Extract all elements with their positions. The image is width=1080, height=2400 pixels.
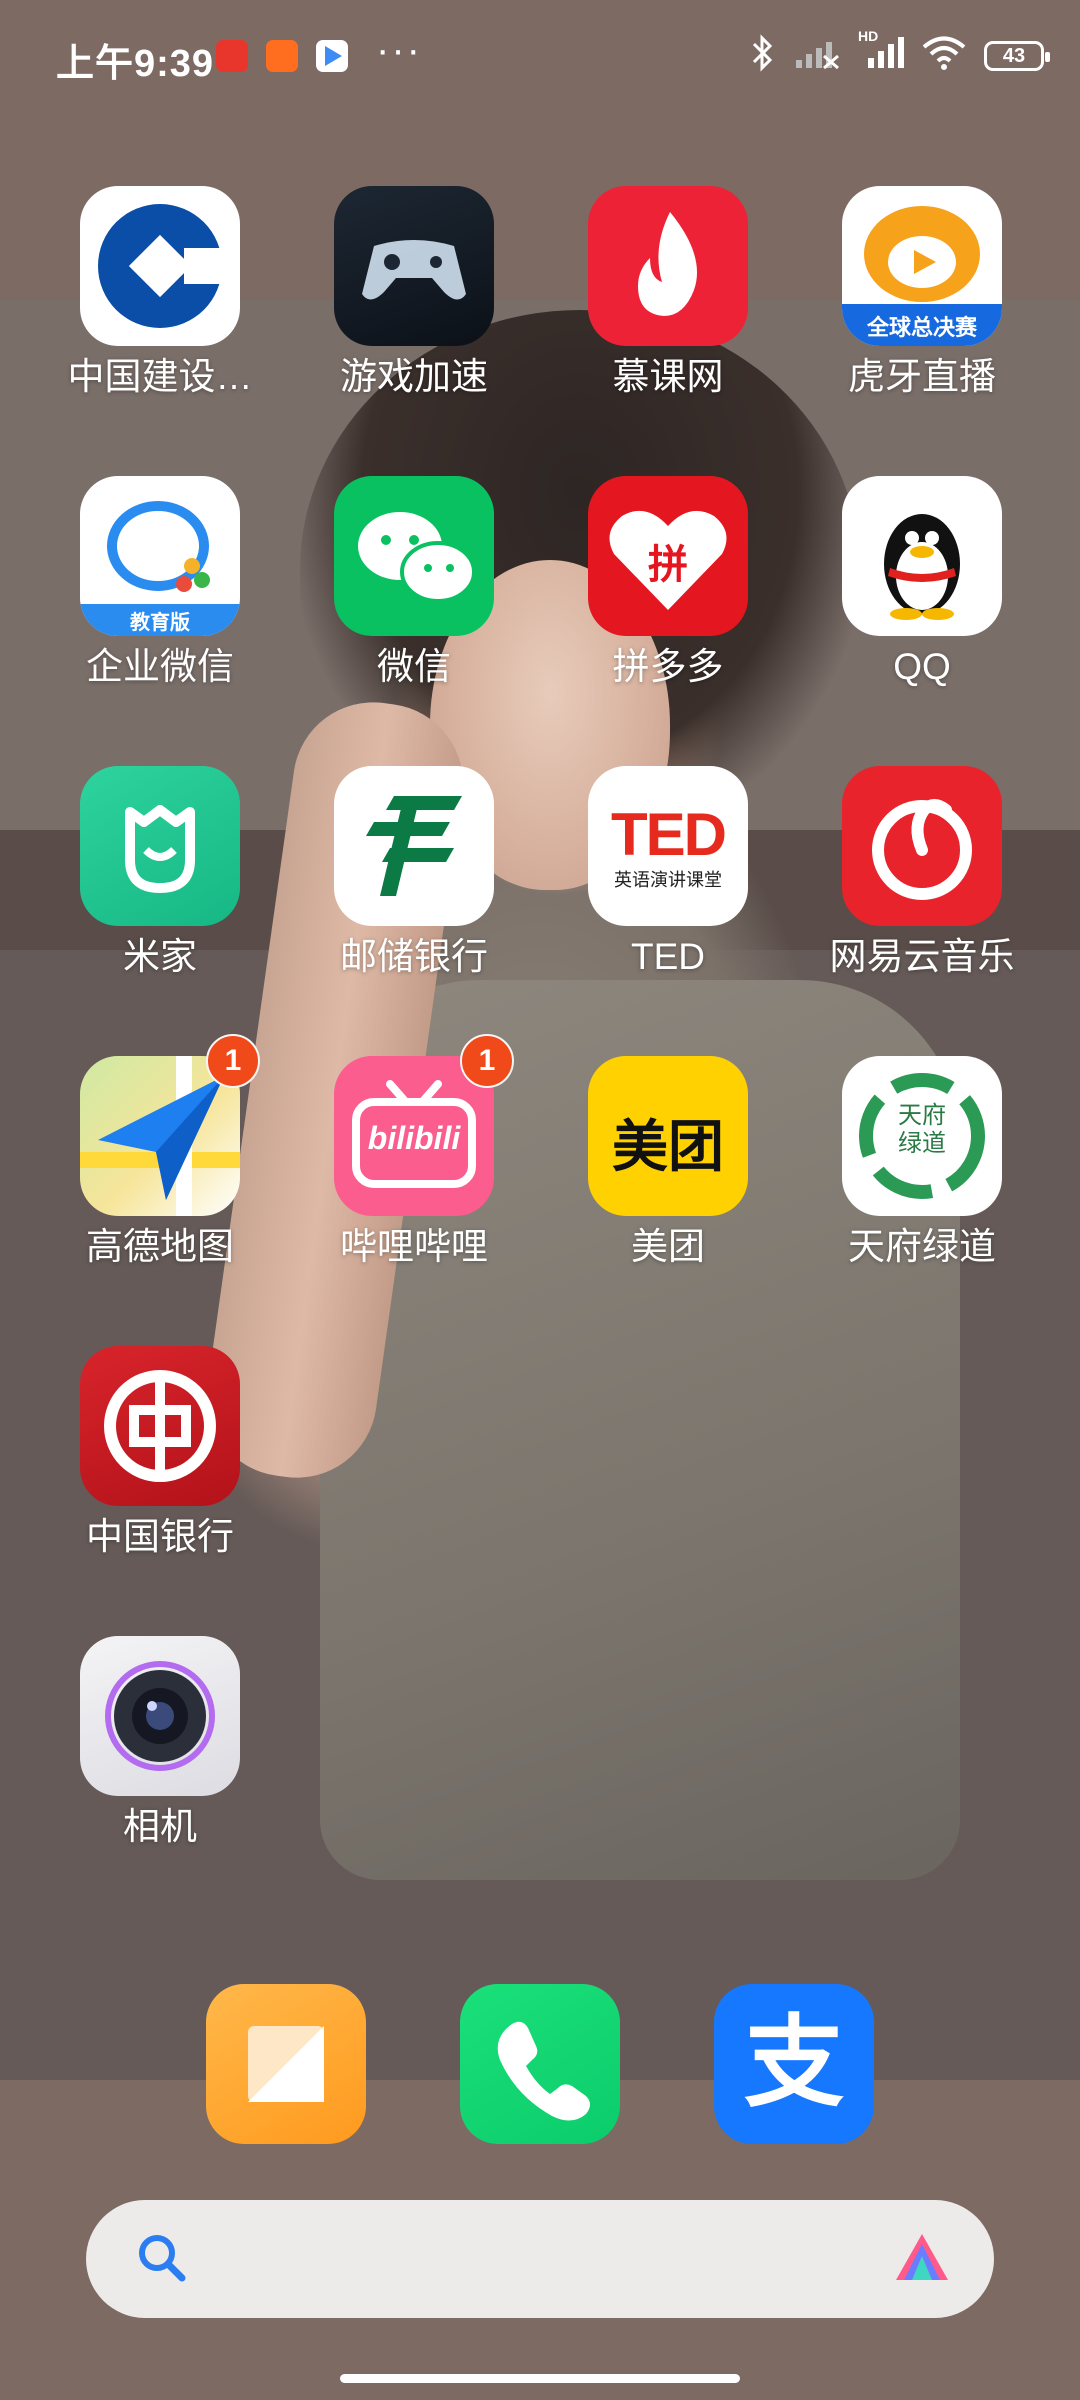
boc-icon xyxy=(80,1346,240,1506)
app-wechat[interactable]: 微信 xyxy=(304,476,524,690)
app-label: 虎牙直播 xyxy=(848,356,996,397)
app-label: 中国银行 xyxy=(86,1516,234,1557)
app-label: 美团 xyxy=(631,1226,705,1267)
huya-tiger-icon: 全球总决赛 xyxy=(842,186,1002,346)
app-label: 慕课网 xyxy=(612,356,724,397)
status-time: 上午9:39 xyxy=(56,43,215,85)
app-wecom[interactable]: 教育版 企业微信 xyxy=(50,476,270,690)
alipay-icon: 支 xyxy=(744,2007,844,2119)
meituan-icon: 美团 xyxy=(588,1056,748,1216)
notes-icon xyxy=(248,2026,324,2102)
app-ccb[interactable]: 中国建设… xyxy=(50,186,270,400)
mobile-signal-icon xyxy=(794,36,840,75)
dock-phone[interactable] xyxy=(460,1984,620,2144)
dock-alipay[interactable]: 支 xyxy=(714,1984,874,2144)
app-boc[interactable]: 中国银行 xyxy=(50,1346,270,1560)
app-mijia[interactable]: 米家 xyxy=(50,766,270,980)
app-imooc[interactable]: 慕课网 xyxy=(558,186,778,400)
news-notification-icon xyxy=(216,40,248,72)
phone-icon xyxy=(497,2021,590,2121)
search-icon xyxy=(134,2230,190,2291)
app-netease-music[interactable]: 网易云音乐 xyxy=(812,766,1032,980)
app-meituan[interactable]: 美团 美团 xyxy=(558,1056,778,1270)
tianfu-logo-text: 天府绿道 xyxy=(898,1102,946,1157)
ccb-icon xyxy=(80,186,240,346)
app-label: 游戏加速 xyxy=(340,356,488,397)
search-bar[interactable] xyxy=(86,2200,994,2318)
app-label: 哔哩哔哩 xyxy=(340,1226,488,1267)
status-icons: HD 43 xyxy=(750,28,1050,77)
tianfu-greenway-icon: 天府绿道 xyxy=(842,1056,1002,1216)
app-label: QQ xyxy=(893,646,951,687)
app-label: 中国建设… xyxy=(67,356,253,397)
hd-signal-icon: HD xyxy=(858,28,904,75)
app-camera[interactable]: 相机 xyxy=(50,1636,270,1850)
wecom-edition-text: 教育版 xyxy=(130,612,190,634)
app-label: 拼多多 xyxy=(612,646,724,687)
app-label: TED xyxy=(631,936,705,977)
hd-label: HD xyxy=(858,28,879,44)
bilibili-logo-text: bilibili xyxy=(367,1120,461,1156)
bluetooth-icon xyxy=(750,34,776,77)
app-label: 邮储银行 xyxy=(340,936,488,977)
ted-subtitle-text: 英语演讲课堂 xyxy=(614,870,722,890)
notification-badge: 1 xyxy=(460,1034,514,1088)
mijia-icon xyxy=(80,766,240,926)
app-psbc[interactable]: 邮储银行 xyxy=(304,766,524,980)
pinduoduo-char: 拼 xyxy=(648,543,688,587)
app-huya[interactable]: 全球总决赛 虎牙直播 xyxy=(812,186,1032,400)
app-ted[interactable]: TED 英语演讲课堂 TED xyxy=(558,766,778,980)
app-label: 微信 xyxy=(377,646,451,687)
ted-logo-text: TED xyxy=(611,801,727,868)
app-tianfu-greenway[interactable]: 天府绿道 天府绿道 xyxy=(812,1056,1032,1270)
gamepad-icon xyxy=(334,186,494,346)
flame-icon xyxy=(588,186,748,346)
app-label: 天府绿道 xyxy=(848,1226,996,1267)
psbc-icon xyxy=(334,766,494,926)
app-game-booster[interactable]: 游戏加速 xyxy=(304,186,524,400)
home-indicator[interactable] xyxy=(340,2374,740,2383)
wechat-icon xyxy=(334,476,494,636)
more-notifications-icon: ··· xyxy=(376,28,422,72)
play-store-notification-icon xyxy=(316,40,348,72)
huya-banner-text: 全球总决赛 xyxy=(866,315,977,340)
app-amap[interactable]: 1 高德地图 xyxy=(50,1034,270,1270)
app-label: 相机 xyxy=(123,1806,197,1847)
camera-icon xyxy=(80,1636,240,1796)
pinduoduo-icon: 拼 xyxy=(588,476,748,636)
app-label: 高德地图 xyxy=(86,1226,234,1267)
app-bilibili[interactable]: bilibili 1 哔哩哔哩 xyxy=(304,1034,524,1270)
notification-badge: 1 xyxy=(206,1034,260,1088)
wecom-icon: 教育版 xyxy=(80,476,240,636)
meituan-logo-text: 美团 xyxy=(612,1115,724,1178)
status-bar: 上午9:39 ··· HD 43 xyxy=(0,0,1080,110)
app-pinduoduo[interactable]: 拼 拼多多 xyxy=(558,476,778,690)
ted-icon: TED 英语演讲课堂 xyxy=(588,766,748,926)
ai-assistant-icon[interactable] xyxy=(892,2230,952,2291)
battery-icon: 43 xyxy=(984,40,1050,71)
dock-notes[interactable] xyxy=(206,1984,366,2144)
app-notification-icon xyxy=(266,40,298,72)
wifi-icon xyxy=(922,36,966,75)
app-label: 网易云音乐 xyxy=(829,936,1015,977)
qq-penguin-icon xyxy=(842,476,1002,636)
netease-music-icon xyxy=(842,766,1002,926)
app-label: 米家 xyxy=(123,936,197,977)
app-qq[interactable]: QQ xyxy=(812,476,1032,690)
app-label: 企业微信 xyxy=(86,646,234,687)
